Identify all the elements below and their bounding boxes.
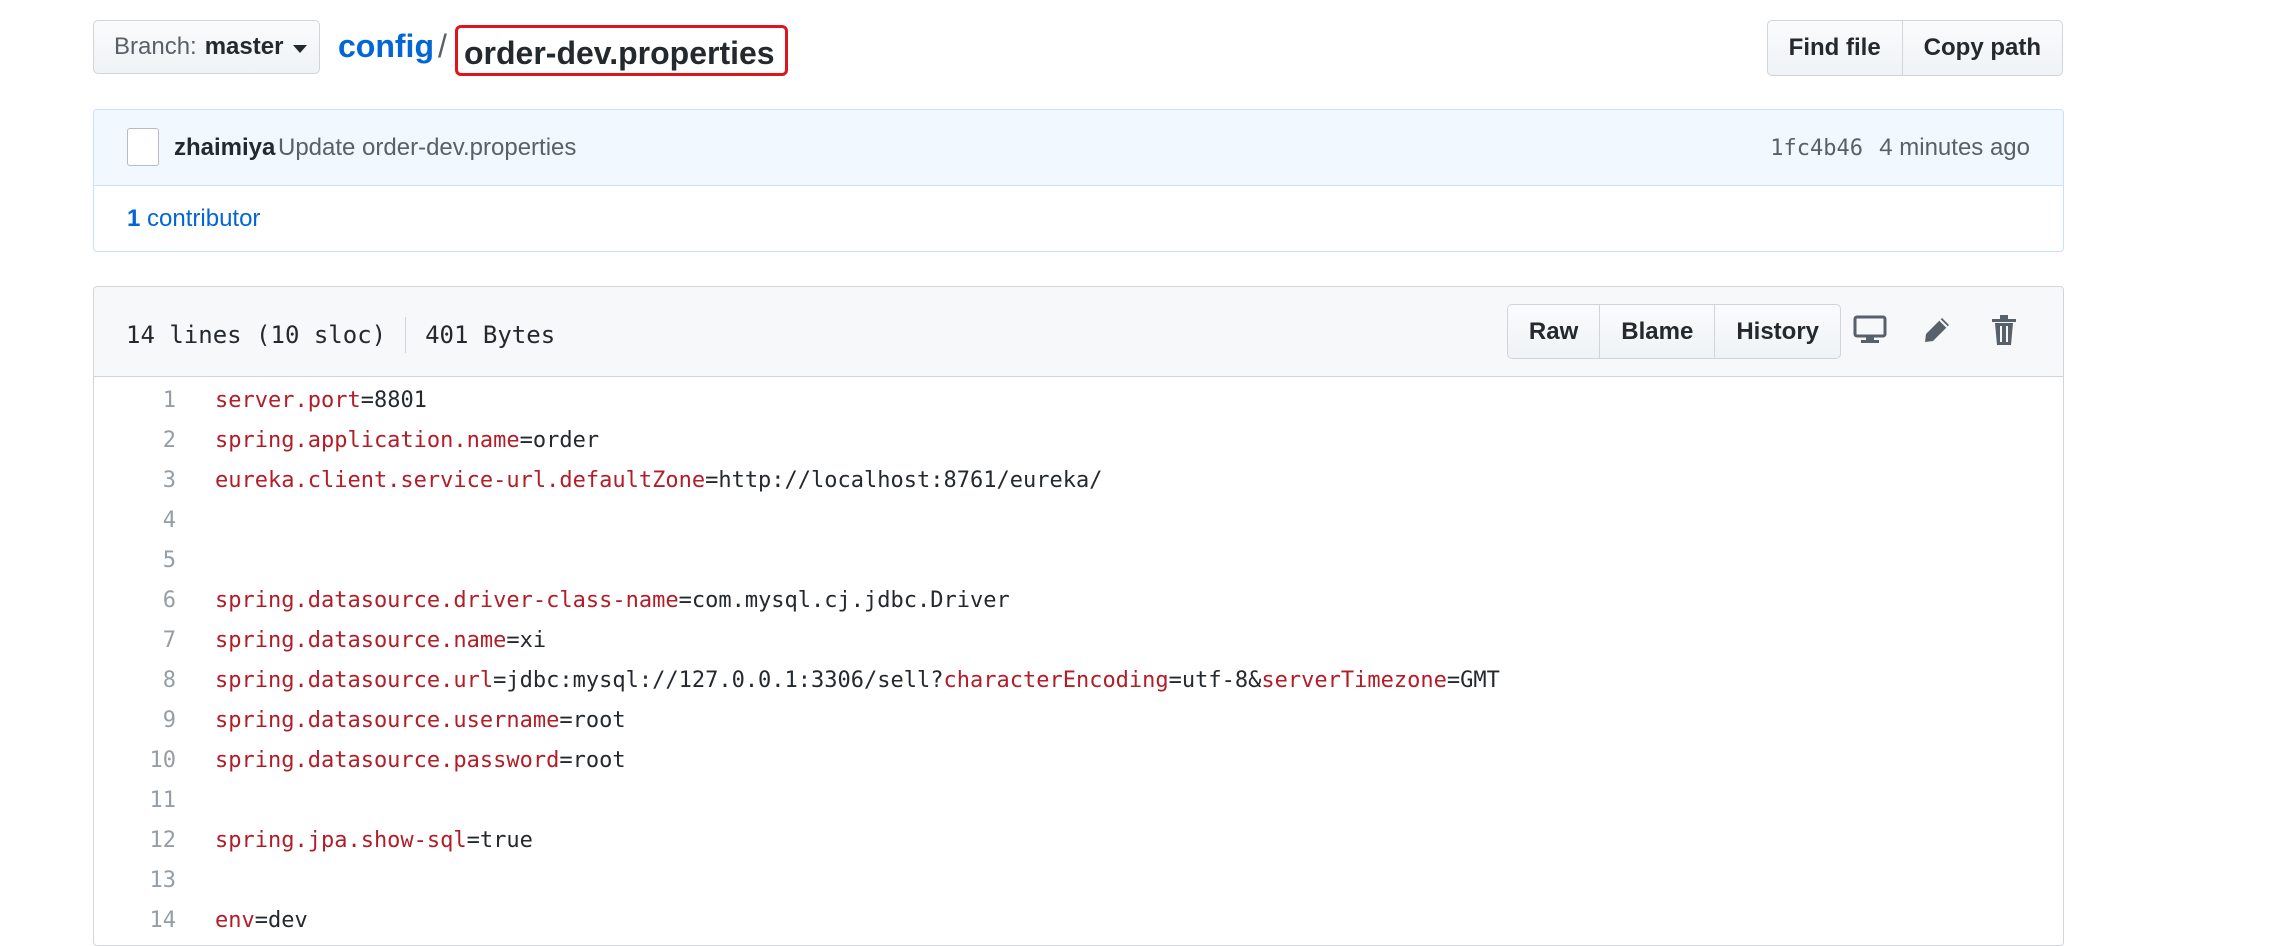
commit-message-link[interactable]: Update order-dev.properties [278, 134, 576, 162]
code-line: 6 spring.datasource.driver-class-name=com… [94, 581, 2063, 621]
contributors-link[interactable]: 1 contributor [127, 205, 260, 233]
file-header: 14 lines (10 sloc) 401 Bytes Raw Blame H… [94, 287, 2063, 377]
property-key: characterEncoding [943, 668, 1169, 693]
property-key: spring.datasource.password [215, 748, 560, 773]
commit-age: 4 minutes ago [1879, 134, 2030, 161]
property-value: =8801 [360, 388, 427, 413]
blame-button[interactable]: Blame [1599, 304, 1716, 359]
line-number[interactable]: 3 [94, 461, 176, 501]
line-content: env=dev [215, 901, 308, 941]
property-key: spring.datasource.driver-class-name [215, 588, 679, 613]
line-number[interactable]: 11 [94, 781, 177, 821]
branch-label: Branch: [114, 33, 197, 60]
avatar[interactable] [127, 128, 159, 166]
commit-sha-link[interactable]: 1fc4b46 [1770, 136, 1863, 161]
property-key: server.port [215, 388, 361, 413]
file-size: 401 Bytes [425, 321, 556, 349]
code-line: 14 env=dev [94, 901, 2063, 941]
property-value: =GMT [1446, 668, 1500, 693]
line-number[interactable]: 1 [94, 381, 176, 421]
property-key: spring.jpa.show-sql [215, 828, 467, 853]
line-content: spring.jpa.show-sql=true [215, 821, 533, 861]
line-number[interactable]: 9 [94, 701, 176, 741]
code-line: 4 [94, 501, 2063, 541]
property-key: spring.application.name [215, 428, 520, 453]
line-number[interactable]: 5 [94, 541, 176, 581]
code-line: 1 server.port=8801 [94, 381, 2063, 421]
property-key: serverTimezone [1261, 668, 1447, 693]
line-number[interactable]: 10 [94, 741, 177, 781]
line-number[interactable]: 8 [94, 661, 176, 701]
property-value: =dev [254, 908, 308, 933]
file-viewer: 14 lines (10 sloc) 401 Bytes Raw Blame H… [93, 286, 2064, 946]
chevron-down-icon [293, 44, 308, 53]
desktop-icon[interactable] [1851, 311, 1889, 349]
file-info: 14 lines (10 sloc) 401 Bytes [126, 317, 555, 353]
line-number[interactable]: 13 [94, 861, 177, 901]
line-number[interactable]: 6 [94, 581, 176, 621]
line-content: spring.application.name=order [215, 421, 599, 461]
file-navigation-buttons: Find file Copy path [1766, 20, 2063, 76]
code-line: 2 spring.application.name=order [94, 421, 2063, 461]
property-key: spring.datasource.username [215, 708, 560, 733]
line-content: spring.datasource.username=root [215, 701, 626, 741]
property-key: eureka.client.service-url.defaultZone [215, 468, 706, 493]
line-number[interactable]: 12 [94, 821, 177, 861]
commit-tease: zhaimiya Update order-dev.properties 1fc… [93, 109, 2064, 252]
line-number[interactable]: 7 [94, 621, 176, 661]
code-line: 11 [94, 781, 2063, 821]
code-line: 3 eureka.client.service-url.defaultZone=h… [94, 461, 2063, 501]
contributors-label: contributor [147, 205, 261, 232]
contributors-count: 1 [127, 205, 141, 232]
pencil-icon[interactable] [1918, 311, 1956, 349]
file-action-buttons: Raw Blame History [1506, 304, 1841, 359]
code-line: 10 spring.datasource.password=root [94, 741, 2063, 781]
line-content: server.port=8801 [215, 381, 427, 421]
code-line: 5 [94, 541, 2063, 581]
file-info-divider [405, 317, 407, 353]
property-value: =true [466, 828, 533, 853]
line-number[interactable]: 14 [94, 901, 177, 941]
copy-path-button[interactable]: Copy path [1901, 20, 2063, 76]
code-line: 7 spring.datasource.name=xi [94, 621, 2063, 661]
property-key: spring.datasource.name [215, 628, 507, 653]
code-line: 9 spring.datasource.username=root [94, 701, 2063, 741]
line-content: eureka.client.service-url.defaultZone=ht… [215, 461, 1102, 501]
line-number[interactable]: 4 [94, 501, 176, 541]
property-key: env [215, 908, 255, 933]
line-number[interactable]: 2 [94, 421, 176, 461]
line-content: spring.datasource.name=xi [215, 621, 546, 661]
property-value: =root [559, 748, 626, 773]
breadcrumb-separator: / [438, 28, 447, 64]
branch-name: master [204, 33, 284, 60]
property-value: =root [559, 708, 626, 733]
code-line: 12 spring.jpa.show-sql=true [94, 821, 2063, 861]
trash-icon[interactable] [1985, 311, 2023, 349]
property-value: =jdbc:mysql://127.0.0.1:3306/sell? [493, 668, 944, 693]
code-line: 13 [94, 861, 2063, 901]
history-button[interactable]: History [1714, 304, 1841, 359]
property-value: =utf-8& [1168, 668, 1262, 693]
breadcrumb-file-name: order-dev.properties [455, 25, 788, 76]
find-file-button[interactable]: Find file [1766, 20, 1903, 76]
file-lines-info: 14 lines (10 sloc) [126, 321, 387, 349]
property-value: =xi [506, 628, 547, 653]
code-line: 8 spring.datasource.url=jdbc:mysql://127.… [94, 661, 2063, 701]
line-content: spring.datasource.url=jdbc:mysql://127.0… [215, 661, 1500, 701]
property-value: =http://localhost:8761/eureka/ [705, 468, 1103, 493]
branch-select-button[interactable]: Branch: master [93, 20, 320, 74]
line-content: spring.datasource.password=root [215, 741, 626, 781]
line-content: spring.datasource.driver-class-name=com.… [215, 581, 1010, 621]
commit-author-link[interactable]: zhaimiya [174, 134, 275, 162]
breadcrumb-root-link[interactable]: config [338, 24, 434, 68]
raw-button[interactable]: Raw [1506, 304, 1601, 359]
property-value: =order [519, 428, 600, 453]
property-key: spring.datasource.url [215, 668, 494, 693]
property-value: =com.mysql.cj.jdbc.Driver [678, 588, 1010, 613]
